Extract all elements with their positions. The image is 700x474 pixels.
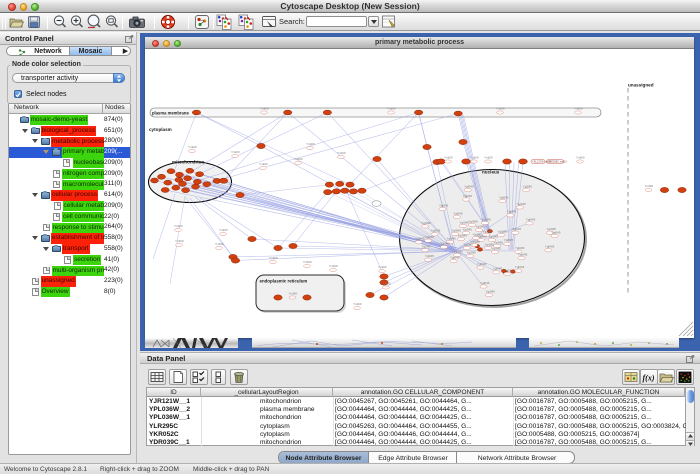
svg-text:Ygl045: Ygl045	[454, 249, 464, 253]
svg-text:Yml00: Yml00	[219, 228, 228, 232]
svg-text:f(x): f(x)	[643, 374, 655, 383]
svg-text:Ygl045: Ygl045	[498, 229, 508, 233]
svg-text:plasma membrane: plasma membrane	[152, 111, 189, 116]
svg-text:Ygl045: Ygl045	[493, 267, 503, 271]
svg-text:YBR298C mal21: YBR298C mal21	[548, 160, 568, 164]
svg-text:Yml00: Yml00	[353, 302, 362, 306]
svg-text:Yml00: Yml00	[337, 151, 346, 155]
svg-text:Ygl045: Ygl045	[489, 234, 499, 238]
svg-text:Ygl045: Ygl045	[439, 203, 449, 207]
svg-text:Yml00: Yml00	[215, 242, 224, 246]
svg-text:Ygl045: Ygl045	[512, 227, 522, 231]
svg-text:Ygl045: Ygl045	[551, 230, 561, 234]
svg-text:Yml00: Yml00	[289, 292, 298, 296]
svg-text:Ygl045: Ygl045	[469, 219, 479, 223]
svg-text:Yml00: Yml00	[645, 184, 654, 188]
svg-text:Yml00: Yml00	[387, 107, 396, 111]
svg-text:Yml00: Yml00	[576, 156, 585, 160]
svg-text:Yml00: Yml00	[294, 157, 303, 161]
svg-text:cytoplasm: cytoplasm	[149, 127, 172, 132]
svg-text:Yml00: Yml00	[303, 260, 312, 264]
svg-text:Ygl045: Ygl045	[507, 210, 517, 214]
svg-text:Yml00: Yml00	[259, 162, 268, 166]
svg-text:Ygl045: Ygl045	[499, 196, 509, 200]
svg-text:Ygl045: Ygl045	[460, 220, 470, 224]
svg-text:Ygl045: Ygl045	[504, 268, 514, 272]
svg-text:Yml00: Yml00	[306, 142, 315, 146]
svg-text:Yml00: Yml00	[378, 265, 387, 269]
svg-text:Ygl045: Ygl045	[415, 237, 425, 241]
svg-text:Ygl045: Ygl045	[425, 254, 435, 258]
svg-text:Ygl045: Ygl045	[526, 218, 536, 222]
svg-text:Ygl045: Ygl045	[492, 246, 502, 250]
svg-text:Ygl045: Ygl045	[452, 228, 462, 232]
svg-text:Ygl045: Ygl045	[483, 229, 493, 233]
svg-text:Ygl045: Ygl045	[422, 245, 432, 249]
svg-text:Ygl045: Ygl045	[447, 236, 457, 240]
svg-text:Ygl045: Ygl045	[464, 184, 474, 188]
svg-text:Ygl045: Ygl045	[473, 232, 483, 236]
svg-text:Ygl045: Ygl045	[482, 217, 492, 221]
svg-text:Ygl045: Ygl045	[477, 262, 487, 266]
svg-text:Yml00: Yml00	[496, 107, 505, 111]
svg-text:Ygl045: Ygl045	[463, 194, 473, 198]
svg-text:Ygl045: Ygl045	[523, 184, 533, 188]
svg-text:Ygl045: Ygl045	[515, 246, 525, 250]
svg-text:endoplasmic reticulum: endoplasmic reticulum	[260, 279, 308, 284]
svg-text:Yml00: Yml00	[574, 107, 583, 111]
svg-text:Yml00: Yml00	[444, 156, 453, 160]
svg-text:Ygl045: Ygl045	[441, 241, 451, 245]
svg-text:Yml00: Yml00	[260, 107, 269, 111]
svg-text:nucleus: nucleus	[482, 170, 500, 175]
svg-text:Ygl045: Ygl045	[450, 256, 460, 260]
svg-text:Ygl045: Ygl045	[545, 245, 555, 249]
svg-text:Ygl045: Ygl045	[463, 227, 473, 231]
svg-text:Ygl045: Ygl045	[480, 281, 490, 285]
svg-text:Ygl045: Ygl045	[518, 253, 528, 257]
svg-text:Yml00: Yml00	[188, 145, 197, 149]
svg-text:Ygl045: Ygl045	[516, 202, 526, 206]
svg-text:Yml00: Yml00	[329, 264, 338, 268]
svg-text:Yml00: Yml00	[231, 150, 240, 154]
svg-text:Yml00: Yml00	[269, 256, 278, 260]
svg-text:Ygl045: Ygl045	[425, 235, 435, 239]
svg-text:Ygl045: Ygl045	[504, 238, 514, 242]
svg-text:Ygl045: Ygl045	[467, 250, 477, 254]
svg-text:Ygl045: Ygl045	[453, 211, 463, 215]
svg-text:unassigned: unassigned	[628, 83, 654, 88]
svg-text:Ygl045: Ygl045	[486, 289, 496, 293]
svg-text:Yml00: Yml00	[470, 156, 479, 160]
svg-text:Yml00: Yml00	[175, 239, 184, 243]
svg-text:Ygl045: Ygl045	[431, 229, 441, 233]
svg-text:Yml00: Yml00	[174, 224, 183, 228]
svg-text:Ygl045: Ygl045	[476, 224, 486, 228]
svg-text:Ygl045: Ygl045	[458, 233, 468, 237]
svg-text:Ygl045: Ygl045	[515, 265, 525, 269]
svg-text:Ygl045: Ygl045	[464, 242, 474, 246]
svg-text:Ygl045: Ygl045	[494, 240, 504, 244]
svg-text:Yml00: Yml00	[382, 282, 391, 286]
svg-text:Yml00: Yml00	[484, 156, 493, 160]
svg-text:Ygl045: Ygl045	[422, 221, 432, 225]
